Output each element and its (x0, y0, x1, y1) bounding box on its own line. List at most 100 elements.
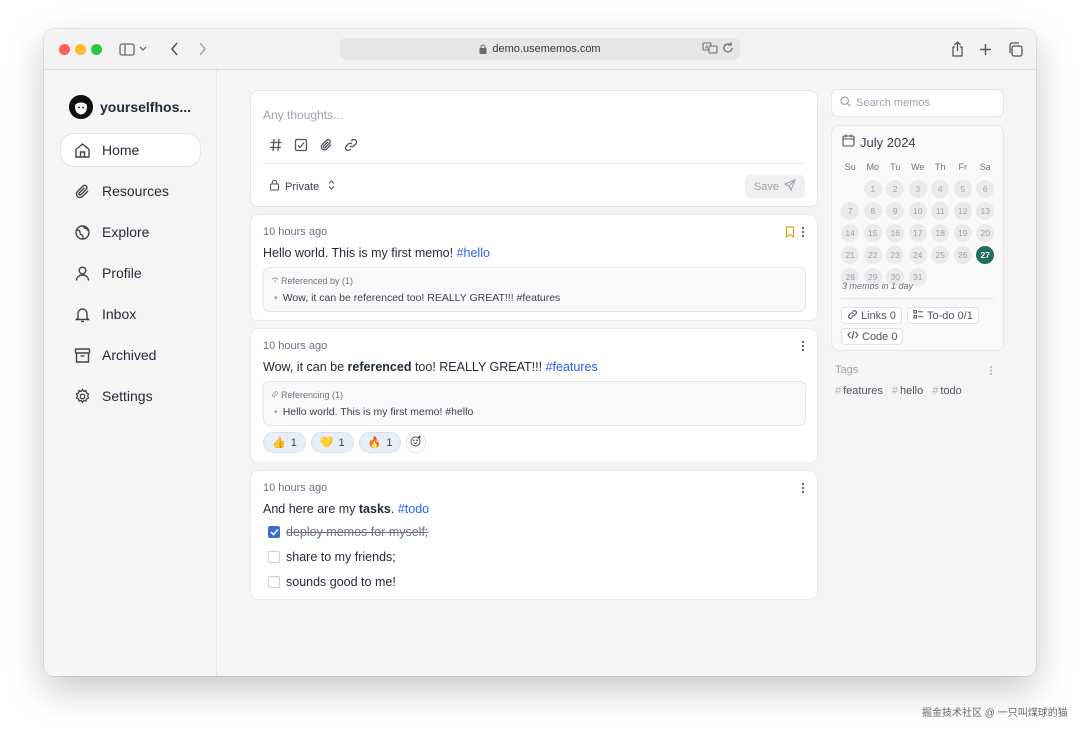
hashtag-icon: # (891, 385, 898, 397)
calendar-day[interactable]: 3 (908, 180, 927, 198)
calendar-day[interactable]: 10 (908, 202, 927, 220)
reference-item[interactable]: • Hello world. This is my first memo! #he… (274, 406, 473, 418)
task-checkbox[interactable] (268, 576, 280, 588)
calendar-day[interactable]: 12 (953, 202, 972, 220)
zoom-window-button[interactable] (91, 44, 102, 55)
chevron-down-icon[interactable] (138, 39, 148, 59)
calendar-day[interactable]: 8 (863, 202, 882, 220)
share-icon[interactable] (947, 39, 967, 59)
calendar-day[interactable]: 15 (863, 224, 882, 242)
calendar-day[interactable]: 16 (886, 224, 905, 242)
links-stat[interactable]: Links 0 (841, 307, 902, 324)
calendar-day[interactable]: 20 (976, 224, 995, 242)
task-item[interactable]: sounds good to me! (268, 575, 396, 589)
tag-item[interactable]: # features (835, 385, 883, 397)
hashtag-icon[interactable] (268, 137, 284, 153)
calendar-cell: 22 (862, 245, 885, 265)
tab-overview-icon[interactable] (1005, 39, 1025, 59)
calendar-cell: 21 (839, 245, 862, 265)
calendar-day[interactable]: 24 (908, 246, 927, 264)
reaction-bar: 👍 1 💛 1 🔥 1 (263, 432, 427, 453)
calendar-day[interactable]: 17 (908, 224, 927, 242)
memo-time: 10 hours ago (263, 482, 328, 494)
calendar-day[interactable]: 1 (863, 180, 882, 198)
calendar-day[interactable]: 22 (863, 246, 882, 264)
sidebar-item-archived[interactable]: Archived (60, 338, 201, 372)
calendar-day[interactable]: 19 (953, 224, 972, 242)
sidebar-item-explore[interactable]: Explore (60, 215, 201, 249)
calendar-day[interactable]: 9 (886, 202, 905, 220)
sidebar-item-label: Profile (102, 265, 142, 281)
calendar-day[interactable]: 21 (841, 246, 860, 264)
memo-input[interactable]: Any thoughts... (263, 108, 343, 122)
address-bar[interactable]: demo.usememos.com A (340, 38, 740, 60)
calendar-cell (974, 267, 997, 287)
more-options-icon[interactable] (801, 481, 805, 499)
user-menu[interactable]: yourselfhos... (69, 95, 191, 119)
calendar-day[interactable]: 2 (886, 180, 905, 198)
more-options-icon[interactable] (989, 363, 993, 381)
memo-time: 10 hours ago (263, 226, 328, 238)
task-item[interactable]: deploy memos for myself; (268, 525, 428, 539)
calendar-day[interactable]: 6 (976, 180, 995, 198)
calendar-cell: 7 (839, 201, 862, 221)
sidebar-item-resources[interactable]: Resources (60, 174, 201, 208)
reaction-fire[interactable]: 🔥 1 (358, 432, 402, 453)
sidebar-item-home[interactable]: Home (60, 133, 201, 167)
visibility-select[interactable]: Private (269, 179, 335, 194)
calendar-cell (929, 267, 952, 287)
sidebar-item-settings[interactable]: Settings (60, 379, 201, 413)
sidebar-item-label: Settings (102, 388, 153, 404)
reaction-yellow-heart[interactable]: 💛 1 (310, 432, 354, 453)
calendar-day[interactable]: 13 (976, 202, 995, 220)
tag-item[interactable]: # todo (932, 385, 962, 397)
minimize-window-button[interactable] (75, 44, 86, 55)
forward-icon[interactable] (192, 39, 212, 59)
bookmark-icon[interactable] (785, 225, 795, 243)
memo-tag[interactable]: #features (546, 360, 598, 374)
translate-icon[interactable]: A (702, 41, 718, 58)
checkbox-icon[interactable] (293, 137, 309, 153)
smiley-plus-icon (410, 435, 422, 450)
sidebar-item-profile[interactable]: Profile (60, 256, 201, 290)
reference-item[interactable]: • Wow, it can be referenced too! REALLY G… (274, 292, 560, 304)
task-item[interactable]: share to my friends; (268, 550, 396, 564)
add-reaction-button[interactable] (406, 432, 427, 453)
calendar-day-today[interactable]: 27 (976, 246, 995, 264)
sidebar-item-inbox[interactable]: Inbox (60, 297, 201, 331)
link-icon[interactable] (343, 137, 359, 153)
calendar-cell: 13 (974, 201, 997, 221)
calendar-day[interactable]: 4 (931, 180, 950, 198)
calendar-cell: 26 (952, 245, 975, 265)
tag-item[interactable]: # hello (892, 385, 923, 397)
memo-tag[interactable]: #hello (457, 246, 490, 260)
memo-tag[interactable]: #todo (398, 502, 429, 516)
calendar-day[interactable]: 18 (931, 224, 950, 242)
calendar-day[interactable]: 14 (841, 224, 860, 242)
calendar-day[interactable]: 5 (953, 180, 972, 198)
calendar-day[interactable]: 25 (931, 246, 950, 264)
more-options-icon[interactable] (801, 225, 805, 243)
sidebar-toggle-icon[interactable] (117, 39, 137, 59)
memo-text: Hello world. This is my first memo! (263, 246, 457, 260)
more-options-icon[interactable] (801, 339, 805, 357)
calendar-cell: 23 (884, 245, 907, 265)
calendar-day[interactable]: 23 (886, 246, 905, 264)
calendar-day[interactable]: 11 (931, 202, 950, 220)
back-icon[interactable] (164, 39, 184, 59)
memo-card: 10 hours ago And here are my tasks. #tod… (250, 470, 818, 600)
task-checkbox-checked[interactable] (268, 526, 280, 538)
code-stat[interactable]: Code 0 (841, 328, 904, 345)
save-button[interactable]: Save (745, 175, 805, 198)
todo-stat[interactable]: To-do 0/1 (907, 307, 979, 324)
calendar-day[interactable]: 7 (841, 202, 860, 220)
close-window-button[interactable] (59, 44, 70, 55)
new-tab-icon[interactable] (975, 39, 995, 59)
reload-icon[interactable] (722, 41, 734, 58)
calendar-header[interactable]: July 2024 (842, 134, 916, 150)
search-input[interactable]: Search memos (831, 89, 1004, 117)
reaction-thumbs-up[interactable]: 👍 1 (263, 432, 306, 453)
task-checkbox[interactable] (268, 551, 280, 563)
calendar-day[interactable]: 26 (953, 246, 972, 264)
paperclip-icon[interactable] (318, 137, 334, 153)
